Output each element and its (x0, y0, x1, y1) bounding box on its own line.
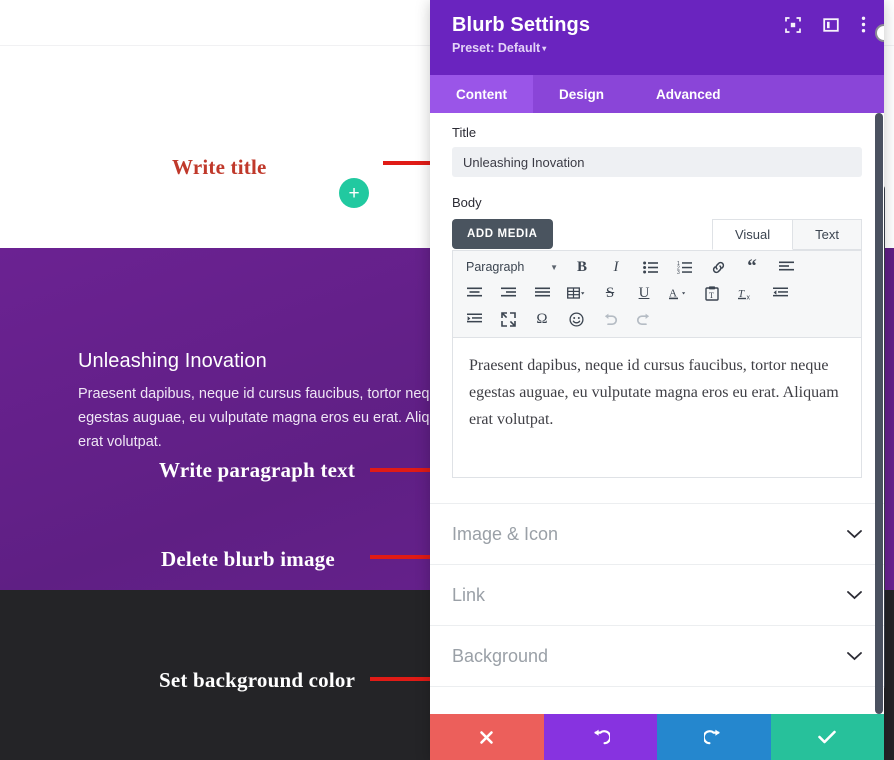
panel-footer (430, 714, 884, 760)
table-icon[interactable] (559, 280, 593, 306)
cancel-button[interactable] (430, 714, 544, 760)
wp-editor: Paragraph ▼ B I 123 “ S U A T T x Ω Prae… (452, 250, 862, 478)
section-label: Background (452, 645, 549, 666)
align-left-icon[interactable] (769, 254, 803, 280)
tab-design[interactable]: Design (533, 75, 630, 113)
panel-scrollbar-thumb[interactable] (875, 113, 883, 714)
toolbar-row-3: Ω (457, 306, 857, 332)
chevron-down-icon (847, 527, 862, 542)
align-right-icon[interactable] (491, 280, 525, 306)
section-image-and-icon[interactable]: Image & Icon (430, 504, 884, 565)
undo-button[interactable] (543, 714, 657, 760)
blurb-preview-title: Unleashing Inovation (78, 350, 267, 372)
blurb-settings-panel: Blurb Settings Preset: Default ▾ Content… (430, 0, 884, 760)
annotation-delete-blurb-image: Delete blurb image (161, 547, 335, 571)
outdent-icon[interactable] (763, 280, 797, 306)
section-label: Link (452, 584, 486, 605)
tab-advanced[interactable]: Advanced (630, 75, 747, 113)
toolbar-row-2: S U A T Tx (457, 280, 857, 306)
numbered-list-icon[interactable]: 123 (667, 254, 701, 280)
blurb-preview-body: Praesent dapibus, neque id cursus faucib… (78, 386, 458, 450)
editor-top-row: ADD MEDIA Visual Text (452, 219, 862, 250)
toolbar-row-1: Paragraph ▼ B I 123 “ (457, 254, 857, 280)
clear-formatting-icon[interactable]: Tx (729, 280, 763, 306)
title-field-label: Title (452, 125, 477, 140)
paragraph-format-label: Paragraph (466, 260, 525, 274)
text-color-icon[interactable]: A (661, 280, 695, 306)
panel-body: Title Body ADD MEDIA Visual Text Paragra… (430, 113, 884, 714)
paragraph-format-select[interactable]: Paragraph ▼ (457, 254, 565, 280)
panel-layout-icon[interactable] (823, 17, 839, 33)
save-button[interactable] (770, 714, 884, 760)
fullscreen-editor-icon[interactable] (491, 306, 525, 332)
annotation-write-paragraph: Write paragraph text (159, 458, 356, 482)
tab-content[interactable]: Content (430, 75, 533, 113)
section-label: Image & Icon (452, 523, 559, 544)
special-character-icon[interactable]: Ω (525, 306, 559, 332)
body-field-label: Body (452, 195, 482, 210)
editor-mode-tabs: Visual Text (711, 219, 862, 250)
chevron-down-icon (847, 649, 862, 664)
redo-icon[interactable] (627, 306, 661, 332)
align-center-icon[interactable] (457, 280, 491, 306)
annotation-write-title: Write title (172, 155, 267, 179)
underline-icon[interactable]: U (627, 280, 661, 306)
chevron-down-icon: ▾ (542, 44, 547, 53)
paste-as-text-icon[interactable]: T (695, 280, 729, 306)
svg-text:x: x (747, 294, 751, 301)
settings-sections: Image & Icon Link Background (430, 503, 884, 687)
body-editor-content[interactable]: Praesent dapibus, neque id cursus faucib… (453, 338, 861, 477)
more-options-icon[interactable] (861, 16, 866, 33)
section-link[interactable]: Link (430, 565, 884, 626)
panel-tabs: Content Design Advanced (430, 75, 884, 113)
panel-drag-handle[interactable] (875, 24, 884, 42)
blockquote-icon[interactable]: “ (735, 254, 769, 280)
italic-icon[interactable]: I (599, 254, 633, 280)
link-icon[interactable] (701, 254, 735, 280)
undo-icon[interactable] (593, 306, 627, 332)
emoji-icon[interactable] (559, 306, 593, 332)
strikethrough-icon[interactable]: S (593, 280, 627, 306)
title-input[interactable] (452, 147, 862, 177)
annotation-set-background-color: Set background color (159, 668, 356, 692)
editor-tab-text[interactable]: Text (793, 219, 862, 250)
editor-tab-visual[interactable]: Visual (711, 219, 794, 250)
title-field-group: Title Body ADD MEDIA Visual Text Paragra… (430, 113, 884, 478)
wp-editor-toolbar: Paragraph ▼ B I 123 “ S U A T T x Ω (453, 251, 861, 338)
bold-icon[interactable]: B (565, 254, 599, 280)
panel-scrollbar[interactable] (875, 113, 883, 714)
panel-preset-label: Preset: Default (452, 41, 541, 55)
panel-header-icons (785, 16, 866, 33)
bulleted-list-icon[interactable] (633, 254, 667, 280)
chevron-down-icon (847, 588, 862, 603)
chevron-down-icon: ▼ (550, 262, 558, 272)
section-background[interactable]: Background (430, 626, 884, 687)
panel-preset[interactable]: Preset: Default ▾ (452, 41, 862, 55)
indent-icon[interactable] (457, 306, 491, 332)
svg-text:T: T (709, 291, 714, 300)
svg-text:3: 3 (677, 270, 680, 274)
panel-header: Blurb Settings Preset: Default ▾ (430, 0, 884, 75)
redo-button[interactable] (657, 714, 771, 760)
fullscreen-icon[interactable] (785, 16, 801, 33)
add-module-button[interactable]: + (339, 178, 369, 208)
screenshot-root: Write title + Unleashing Inovation Praes… (0, 0, 894, 760)
align-justify-icon[interactable] (525, 280, 559, 306)
add-media-button[interactable]: ADD MEDIA (452, 219, 553, 249)
